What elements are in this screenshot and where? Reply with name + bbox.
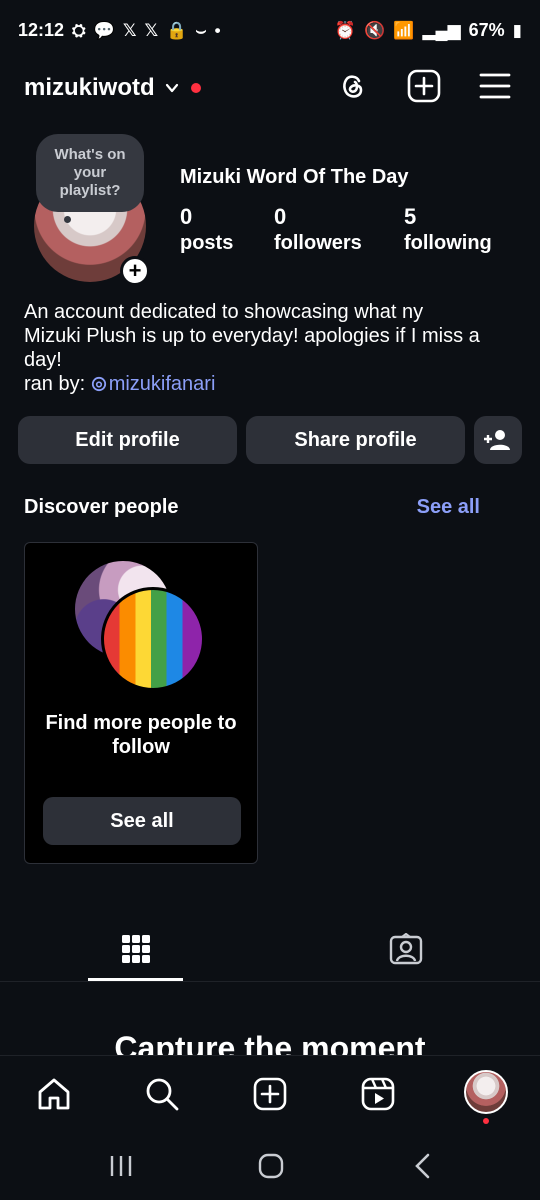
system-nav-bar bbox=[0, 1133, 540, 1200]
notification-dot bbox=[190, 83, 201, 93]
note-bubble[interactable]: What's on your playlist? bbox=[36, 134, 144, 212]
threads-mention-link[interactable]: mizukifanari bbox=[91, 373, 216, 395]
menu-icon[interactable] bbox=[478, 71, 512, 101]
x-icon: 𝕏 bbox=[144, 20, 159, 40]
threads-icon[interactable] bbox=[336, 69, 370, 103]
threads-icon bbox=[91, 376, 106, 392]
pride-flag-avatar bbox=[101, 587, 205, 691]
signal-icon: ▂▄▆ bbox=[422, 20, 461, 40]
card-see-all-button[interactable]: See all bbox=[43, 797, 241, 845]
bio-line: Mizuki Plush is up to everyday! apologie… bbox=[24, 325, 480, 347]
stat-posts[interactable]: 0 posts bbox=[180, 204, 233, 255]
reels-icon bbox=[361, 1077, 395, 1111]
card-see-all-label: See all bbox=[110, 809, 174, 832]
add-story-icon[interactable]: + bbox=[120, 256, 150, 286]
ran-by-prefix: ran by: bbox=[24, 373, 91, 395]
nav-notification-dot bbox=[483, 1118, 489, 1124]
chat-icon: 💬 bbox=[93, 20, 115, 40]
nav-create[interactable] bbox=[250, 1074, 290, 1114]
status-time: 12:12 bbox=[18, 19, 65, 40]
card-text-label: Find more people to follow bbox=[45, 712, 237, 758]
status-bar: 12:12 ⛭ 💬 𝕏 𝕏 🔒 ⌣ • ⏰ 🔇 📶 ▂▄▆ 67% ▮ bbox=[0, 0, 540, 60]
stat-label: posts bbox=[180, 232, 234, 254]
search-icon bbox=[146, 1078, 179, 1111]
profile-header: mizukiwotd bbox=[0, 64, 540, 112]
create-icon bbox=[253, 1077, 287, 1111]
chevron-down-icon[interactable] bbox=[165, 81, 179, 95]
battery-percent: 67% bbox=[468, 19, 505, 40]
display-name: Mizuki Word Of The Day bbox=[180, 166, 409, 188]
bottom-nav bbox=[0, 1055, 540, 1133]
bio-ran-by: ran by: mizukifanari bbox=[24, 372, 524, 396]
create-post-icon[interactable] bbox=[406, 68, 442, 104]
tab-tagged[interactable] bbox=[358, 918, 453, 980]
mute-icon: 🔇 bbox=[364, 20, 386, 40]
nav-search[interactable] bbox=[142, 1074, 182, 1114]
stat-label: following bbox=[404, 232, 492, 254]
home-icon bbox=[38, 1078, 70, 1110]
bio: An account dedicated to showcasing what … bbox=[24, 300, 524, 396]
nav-reels[interactable] bbox=[358, 1074, 398, 1114]
stat-following[interactable]: 5 following bbox=[404, 204, 492, 255]
stat-value: 0 bbox=[274, 204, 287, 229]
bio-line: day! bbox=[24, 349, 62, 371]
alarm-icon: ⏰ bbox=[334, 20, 357, 40]
header-actions bbox=[336, 68, 512, 104]
bio-line: An account dedicated to showcasing what … bbox=[24, 301, 424, 323]
mention-handle: mizukifanari bbox=[108, 373, 216, 395]
status-left: 12:12 ⛭ 💬 𝕏 𝕏 🔒 ⌣ • bbox=[18, 20, 221, 41]
wave-icon: ⌣ bbox=[195, 20, 207, 40]
stat-value: 5 bbox=[404, 204, 417, 229]
username[interactable]: mizukiwotd bbox=[24, 74, 155, 102]
tab-posts-grid[interactable] bbox=[88, 918, 183, 980]
share-profile-label: Share profile bbox=[294, 428, 417, 451]
edit-profile-label: Edit profile bbox=[75, 428, 180, 451]
discover-people-button[interactable] bbox=[474, 416, 522, 464]
edit-profile-button[interactable]: Edit profile bbox=[18, 416, 237, 464]
add-person-icon bbox=[484, 430, 510, 450]
home-button-icon[interactable] bbox=[256, 1151, 286, 1181]
stat-followers[interactable]: 0 followers bbox=[274, 204, 362, 255]
stat-value: 0 bbox=[180, 204, 193, 229]
card-text: Find more people to follow bbox=[25, 711, 257, 759]
recent-apps-icon[interactable] bbox=[106, 1151, 136, 1181]
lock-icon: 🔒 bbox=[166, 20, 188, 40]
status-right: ⏰ 🔇 📶 ▂▄▆ 67% ▮ bbox=[335, 20, 522, 41]
x-icon: 𝕏 bbox=[122, 20, 137, 40]
dot-icon: • bbox=[214, 20, 221, 40]
tab-divider bbox=[0, 981, 540, 982]
share-profile-button[interactable]: Share profile bbox=[246, 416, 465, 464]
discover-title: Discover people bbox=[24, 496, 179, 518]
discord-icon: ⛭ bbox=[72, 20, 86, 40]
note-bubble-tail bbox=[64, 216, 71, 223]
wifi-icon: 📶 bbox=[393, 20, 415, 40]
stat-label: followers bbox=[274, 232, 362, 254]
see-all-link[interactable]: See all bbox=[417, 496, 480, 519]
discover-card[interactable]: Find more people to follow See all bbox=[24, 542, 258, 864]
back-icon[interactable] bbox=[408, 1151, 438, 1181]
nav-home[interactable] bbox=[34, 1074, 74, 1114]
battery-icon: ▮ bbox=[512, 20, 522, 40]
nav-profile-avatar[interactable] bbox=[464, 1070, 508, 1114]
grid-icon bbox=[121, 935, 150, 963]
note-text: What's on your playlist? bbox=[54, 146, 126, 199]
tagged-person-icon bbox=[389, 933, 422, 965]
